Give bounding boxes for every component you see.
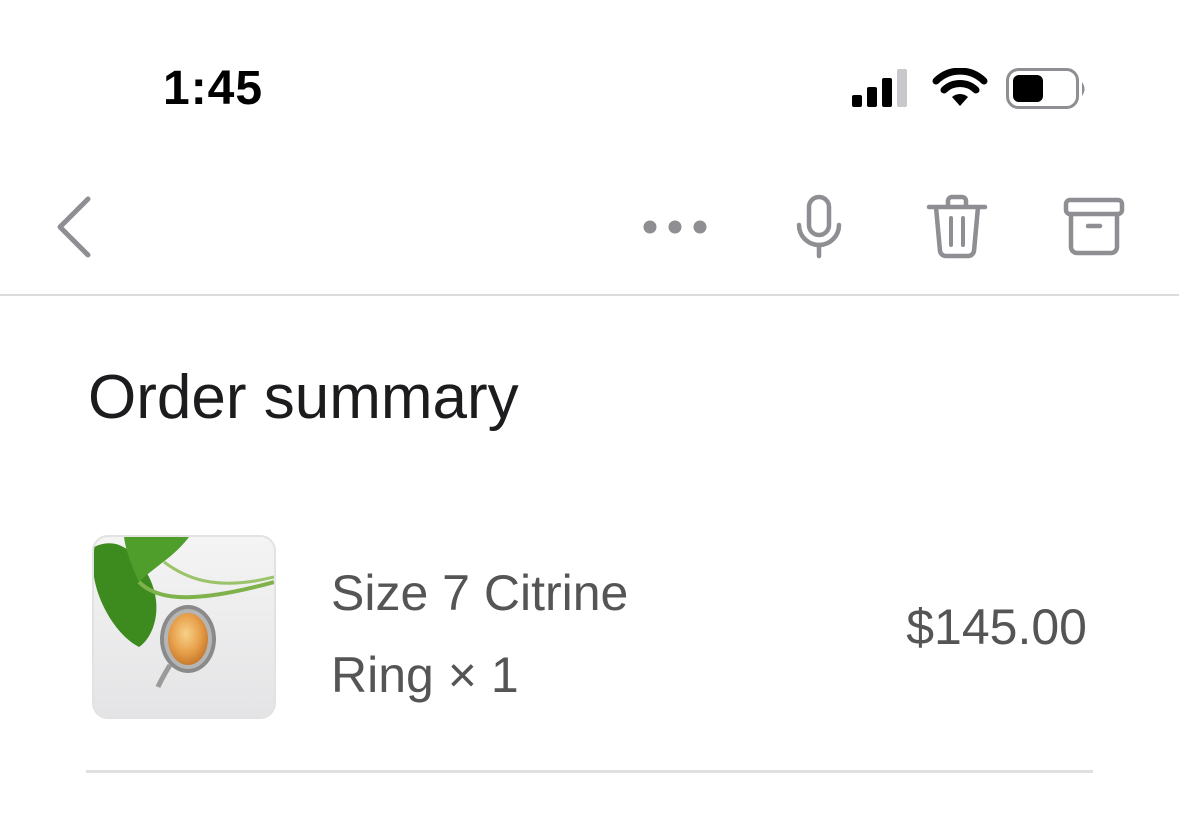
- status-bar-icons: [852, 66, 1085, 113]
- ellipsis-icon: [643, 220, 707, 234]
- status-bar-time: 1:45: [163, 62, 264, 115]
- product-image: [92, 535, 276, 719]
- cellular-signal-icon: [852, 69, 914, 112]
- back-button[interactable]: [52, 195, 96, 259]
- archive-icon: [1063, 197, 1125, 256]
- more-options-button[interactable]: [638, 210, 712, 244]
- voice-button[interactable]: [792, 194, 846, 260]
- product-price: $145.00: [906, 599, 1087, 655]
- battery-icon: [1006, 68, 1088, 115]
- product-name: Size 7 Citrine Ring × 1: [331, 552, 751, 716]
- mail-toolbar: [0, 180, 1179, 296]
- wifi-icon: [932, 67, 988, 113]
- divider: [86, 770, 1093, 773]
- chevron-left-icon: [57, 196, 91, 258]
- microphone-icon: [796, 194, 842, 259]
- delete-button[interactable]: [924, 194, 990, 260]
- product-name-line-2: Ring × 1: [331, 647, 519, 703]
- product-name-line-1: Size 7 Citrine: [331, 565, 629, 621]
- trash-icon: [926, 194, 988, 259]
- order-summary-title: Order summary: [88, 363, 519, 432]
- archive-button[interactable]: [1062, 196, 1128, 256]
